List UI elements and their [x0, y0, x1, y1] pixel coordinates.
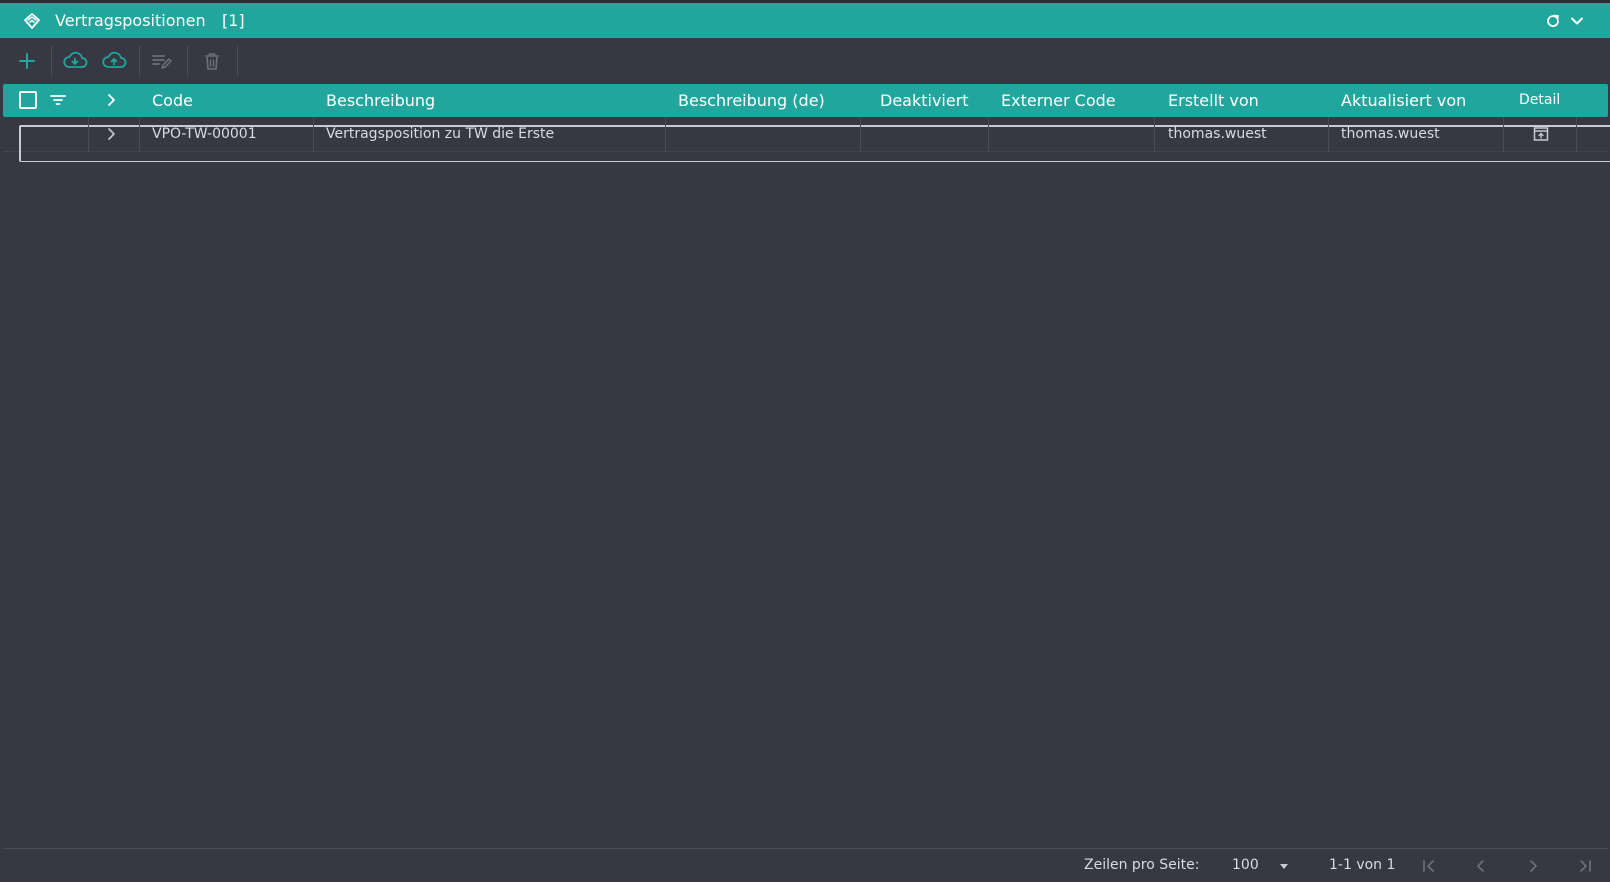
column-divider: [139, 117, 140, 151]
edit-list-icon: [152, 55, 172, 69]
open-detail-icon[interactable]: [1533, 126, 1549, 142]
last-page-button[interactable]: [1576, 857, 1594, 875]
row-expand-chevron-icon[interactable]: [104, 126, 118, 142]
table-header: Code Beschreibung Beschreibung (de) Deak…: [3, 84, 1608, 117]
rows-per-page-select[interactable]: 100: [1232, 849, 1259, 882]
column-divider: [1328, 117, 1329, 151]
toolbar: [0, 38, 1610, 84]
column-divider: [1154, 117, 1155, 151]
chevron-down-icon[interactable]: [1569, 13, 1585, 29]
toolbar-divider: [139, 46, 140, 76]
pagination-bar: Zeilen pro Seite: 100 1-1 von 1: [3, 848, 1608, 882]
column-header-detail: Detail: [1519, 92, 1561, 108]
cloud-upload-icon: [102, 51, 127, 68]
filter-icon[interactable]: [50, 92, 66, 108]
cell-beschreibung: Vertragsposition zu TW die Erste: [326, 126, 555, 142]
column-divider: [88, 117, 89, 151]
column-header-beschreibung[interactable]: Beschreibung: [326, 84, 435, 117]
add-button[interactable]: [13, 48, 41, 74]
column-divider: [313, 117, 314, 151]
record-count: [1]: [222, 11, 245, 30]
import-button[interactable]: [61, 48, 89, 74]
column-header-erstellt-von[interactable]: Erstellt von: [1168, 84, 1259, 117]
export-button[interactable]: [100, 48, 128, 74]
cell-erstellt-von: thomas.wuest: [1168, 126, 1267, 142]
toolbar-divider: [187, 46, 188, 76]
column-header-deaktiviert[interactable]: Deaktiviert: [880, 84, 969, 117]
next-page-button[interactable]: [1524, 857, 1542, 875]
column-divider: [860, 117, 861, 151]
column-divider: [1503, 117, 1504, 151]
cloud-download-icon: [63, 51, 88, 68]
column-header-aktualisiert-von[interactable]: Aktualisiert von: [1341, 84, 1466, 117]
table-row[interactable]: VPO-TW-00001 Vertragsposition zu TW die …: [3, 117, 1610, 162]
trash-icon: [205, 53, 219, 70]
column-divider: [665, 117, 666, 151]
column-header-externer-code[interactable]: Externer Code: [1001, 84, 1116, 117]
refresh-icon[interactable]: [1545, 13, 1561, 29]
first-page-icon: [1423, 860, 1434, 872]
previous-page-button[interactable]: [1472, 857, 1490, 875]
column-divider: [988, 117, 989, 151]
edit-button[interactable]: [148, 48, 176, 74]
column-header-beschreibung-de[interactable]: Beschreibung (de): [678, 84, 825, 117]
plus-icon: [19, 53, 35, 69]
page-range: 1-1 von 1: [1329, 857, 1396, 873]
chevron-left-icon: [1477, 860, 1484, 872]
delete-button[interactable]: [198, 48, 226, 74]
app-window: Vertragspositionen [1] Code Beschreibung…: [0, 0, 1610, 881]
page-title: Vertragspositionen: [55, 11, 206, 30]
column-header-code[interactable]: Code: [152, 84, 193, 117]
first-page-button[interactable]: [1420, 857, 1438, 875]
caret-down-icon[interactable]: [1278, 861, 1290, 871]
cell-code: VPO-TW-00001: [152, 126, 257, 142]
column-divider: [1576, 117, 1577, 151]
select-all-checkbox[interactable]: [19, 91, 37, 109]
title-bar: Vertragspositionen [1]: [0, 3, 1610, 38]
toolbar-divider: [237, 46, 238, 76]
chevron-right-icon: [1530, 860, 1537, 872]
handshake-icon: [24, 13, 40, 29]
rows-per-page-label: Zeilen pro Seite:: [1084, 857, 1200, 873]
toolbar-divider: [51, 46, 52, 76]
expand-all-chevron-icon[interactable]: [104, 92, 118, 108]
cell-aktualisiert-von: thomas.wuest: [1341, 126, 1440, 142]
last-page-icon: [1580, 860, 1591, 872]
